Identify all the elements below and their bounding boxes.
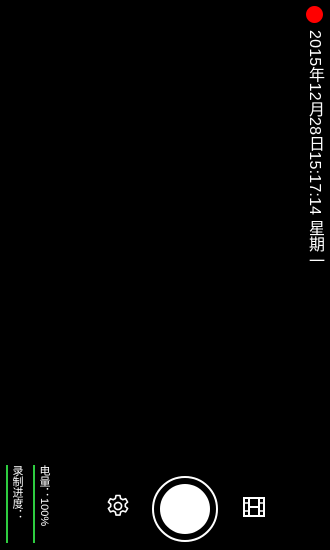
battery-level-label: 电量：100% — [38, 465, 50, 527]
recording-indicator-dot — [306, 6, 323, 23]
shutter-inner-circle — [160, 484, 210, 534]
progress-bar-indicator — [6, 465, 8, 543]
recording-timestamp: 2015年12月28日15:17:14 星期一 — [306, 30, 323, 269]
gear-icon — [107, 494, 129, 516]
battery-bar-indicator — [33, 465, 35, 543]
settings-button[interactable] — [106, 494, 130, 518]
recording-progress-label: 录制进度： — [11, 465, 23, 520]
film-icon — [243, 497, 265, 517]
gallery-button[interactable] — [242, 495, 266, 519]
shutter-button[interactable] — [152, 476, 218, 542]
